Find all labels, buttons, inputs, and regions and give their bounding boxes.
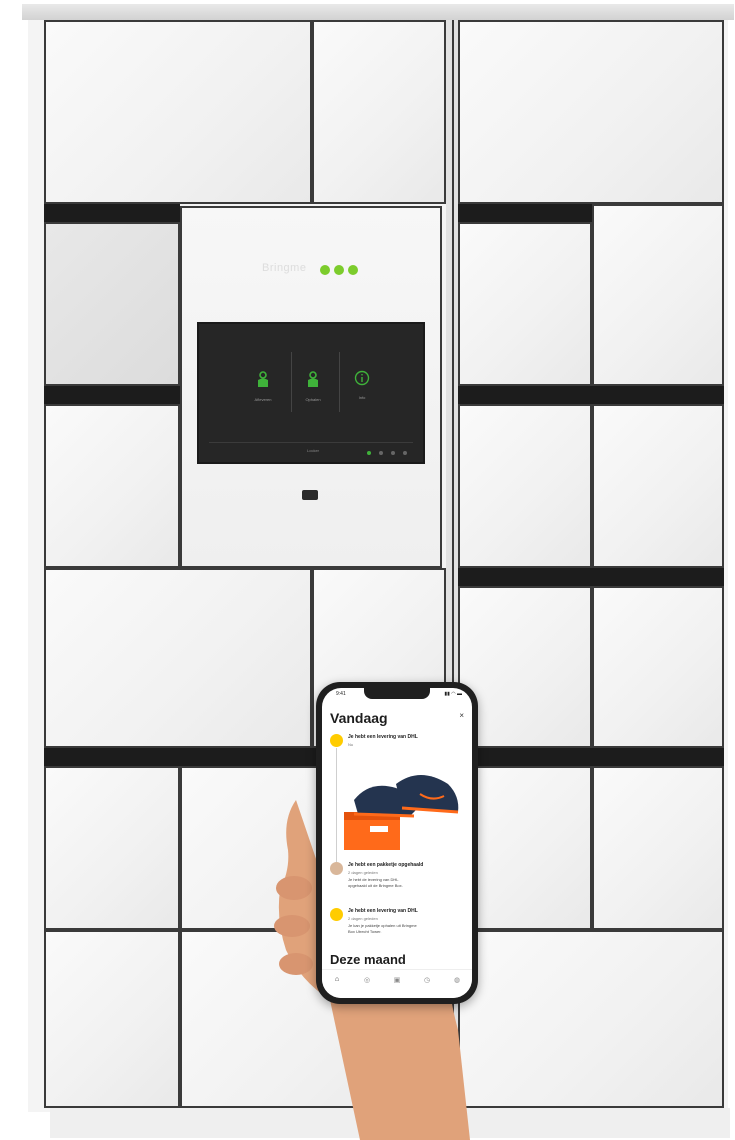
avatar bbox=[330, 862, 343, 875]
locker-door[interactable] bbox=[44, 568, 312, 748]
status-time: 9:41 bbox=[336, 691, 346, 697]
brand-logo-dot bbox=[320, 265, 330, 275]
notification-subtitle: Nu bbox=[348, 742, 354, 747]
brand-logo-text: Bringme bbox=[262, 262, 307, 274]
screen-indicator-dot bbox=[391, 451, 395, 455]
door-gap bbox=[458, 386, 724, 404]
screen-button-label: Afleveren bbox=[254, 397, 272, 402]
month-heading: Deze maand bbox=[330, 952, 406, 967]
locker-door[interactable] bbox=[44, 404, 180, 568]
status-icons: ▮▮ ◠ ▬ bbox=[444, 691, 462, 697]
screen-indicator-dot bbox=[379, 451, 383, 455]
door-gap bbox=[44, 204, 180, 222]
notification-body: Je kan je pakketje ophalen uit Bringme bbox=[348, 923, 417, 928]
locker-door[interactable] bbox=[592, 766, 724, 930]
card-reader[interactable] bbox=[302, 490, 318, 500]
notification-subtitle: 2 dagen geleden bbox=[348, 916, 378, 921]
locker-door[interactable] bbox=[458, 766, 592, 930]
close-icon[interactable]: × bbox=[459, 711, 464, 720]
notification-body: Box Utrecht Tower. bbox=[348, 929, 382, 934]
locker-door[interactable] bbox=[458, 930, 724, 1108]
door-gap bbox=[44, 386, 180, 404]
locker-door[interactable] bbox=[44, 20, 312, 204]
dhl-badge-icon bbox=[330, 908, 343, 921]
screen-divider bbox=[291, 352, 292, 412]
deliver-icon bbox=[258, 371, 268, 387]
kiosk-touchscreen[interactable]: Afleveren Ophalen Info Locker bbox=[197, 322, 425, 464]
pickup-icon bbox=[308, 371, 318, 387]
screen-indicator-dot bbox=[403, 451, 407, 455]
today-heading: Vandaag bbox=[330, 710, 388, 726]
notification-subtitle: 2 dagen geleden bbox=[348, 870, 378, 875]
notification-body: opgehaald uit de Bringme Box. bbox=[348, 883, 403, 888]
screen-footer-label: Locker bbox=[307, 448, 320, 453]
screen-button-pickup[interactable]: Ophalen bbox=[293, 370, 333, 402]
door-gap bbox=[458, 568, 724, 586]
screen-button-deliver[interactable]: Afleveren bbox=[243, 370, 283, 402]
locker-door[interactable] bbox=[592, 404, 724, 568]
door-gap bbox=[458, 204, 592, 222]
screen-divider bbox=[339, 352, 340, 412]
cabinet-top-trim bbox=[22, 4, 734, 20]
screen-button-info[interactable]: Info bbox=[342, 370, 382, 400]
brand-logo-dot bbox=[334, 265, 344, 275]
phone-screen[interactable]: 9:41 ▮▮ ◠ ▬ Vandaag × Je hebt een leveri… bbox=[322, 688, 472, 998]
locker-door[interactable] bbox=[592, 586, 724, 748]
screen-button-label: Ophalen bbox=[305, 397, 321, 402]
locker-door[interactable] bbox=[312, 20, 446, 204]
deliveries-icon[interactable]: ◎ bbox=[360, 976, 374, 984]
locker-door[interactable] bbox=[458, 20, 724, 204]
locker-door[interactable] bbox=[458, 404, 592, 568]
screen-button-label: Info bbox=[358, 395, 366, 400]
home-icon[interactable]: ⌂ bbox=[330, 976, 344, 983]
locker-door[interactable] bbox=[458, 222, 592, 386]
locker-door[interactable] bbox=[458, 586, 592, 748]
sneaker-photo bbox=[340, 760, 464, 858]
notification-title: Je hebt een levering van DHL bbox=[348, 908, 418, 914]
timeline-line bbox=[336, 748, 337, 866]
history-icon[interactable]: ◷ bbox=[420, 976, 434, 984]
notification-body: Je hebt de levering van DHL bbox=[348, 877, 399, 882]
phone-notch bbox=[364, 688, 430, 699]
dhl-badge-icon bbox=[330, 734, 343, 747]
locker-door[interactable] bbox=[44, 222, 180, 386]
door-gap bbox=[458, 748, 724, 766]
tab-bar: ⌂ ◎ ▣ ◷ ◍ bbox=[322, 969, 472, 998]
info-icon bbox=[354, 370, 370, 386]
notification-title: Je hebt een pakketje opgehaald bbox=[348, 862, 424, 868]
locker-door[interactable] bbox=[44, 930, 180, 1108]
settings-icon[interactable]: ◍ bbox=[450, 976, 464, 984]
brand-logo-dot bbox=[348, 265, 358, 275]
locker-door[interactable] bbox=[592, 204, 724, 386]
notification-title: Je hebt een levering van DHL bbox=[348, 734, 418, 740]
screen-footer-line bbox=[209, 442, 413, 443]
locker-door[interactable] bbox=[44, 766, 180, 930]
screen-indicator-dot bbox=[367, 451, 371, 455]
box-icon[interactable]: ▣ bbox=[390, 976, 404, 984]
smartphone: 9:41 ▮▮ ◠ ▬ Vandaag × Je hebt een leveri… bbox=[316, 682, 478, 1004]
